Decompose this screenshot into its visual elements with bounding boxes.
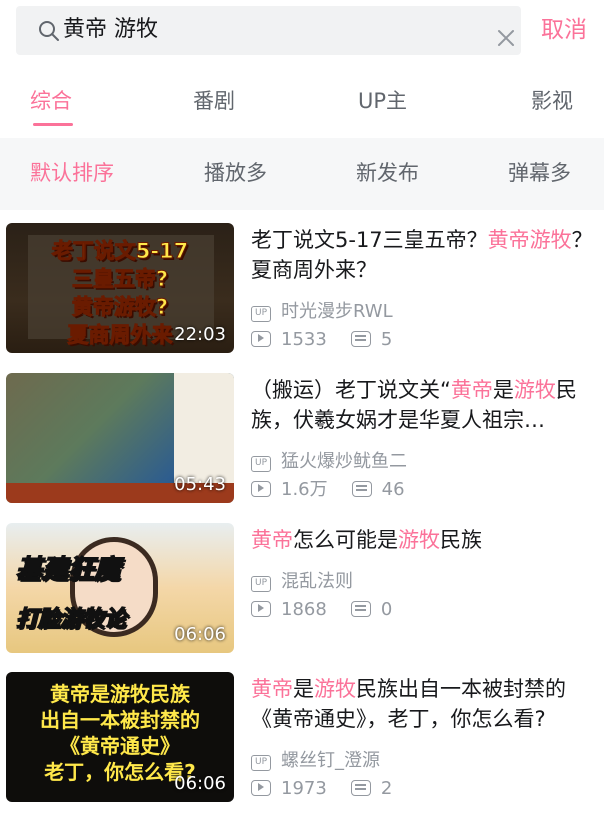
play-count-icon	[251, 780, 271, 796]
danmaku-icon	[350, 601, 371, 617]
sort-most-danmaku[interactable]: 弹幕多	[508, 158, 571, 188]
uploader-name: 混乱法则	[281, 571, 353, 592]
uploader-row[interactable]: UP 混乱法则	[251, 569, 353, 595]
stats-row: 1868 0	[251, 597, 392, 623]
video-thumbnail[interactable]: 老丁说文5-17 三皇五帝? 黄帝游牧? 夏商周外来 22:03	[6, 223, 234, 353]
thumbnail-caption: 三皇五帝?	[71, 267, 169, 292]
search-header: 黄帝 游牧 取消	[0, 0, 604, 64]
search-box[interactable]: 黄帝 游牧	[16, 6, 521, 55]
search-input[interactable]: 黄帝 游牧	[63, 15, 463, 45]
danmaku-count: 2	[380, 778, 393, 799]
thumbnail-caption: 老丁说文5-17	[51, 239, 189, 264]
play-count: 1868	[281, 599, 327, 620]
video-duration: 06:06	[174, 624, 226, 645]
close-icon[interactable]	[494, 26, 518, 50]
title-highlight: 黄帝	[251, 528, 293, 552]
danmaku-count: 0	[380, 599, 393, 620]
video-result[interactable]: 05:43 （搬运）老丁说文关“黄帝是游牧民族，伏羲女娲才是华夏人祖宗… UP 猛…	[0, 373, 604, 505]
video-title[interactable]: （搬运）老丁说文关“黄帝是游牧民族，伏羲女娲才是华夏人祖宗…	[251, 375, 599, 435]
title-text: 是	[293, 677, 314, 701]
up-badge-icon: UP	[251, 755, 271, 771]
title-highlight: 黄帝	[251, 677, 293, 701]
video-result[interactable]: 老丁说文5-17 三皇五帝? 黄帝游牧? 夏商周外来 22:03 老丁说文5-1…	[0, 223, 604, 355]
title-highlight: 游牧	[513, 378, 556, 402]
thumbnail-caption: 基建狂魔	[15, 554, 121, 586]
tab-all[interactable]: 综合	[30, 86, 72, 116]
video-result[interactable]: 黄帝是游牧民族 出自一本被封禁的 《黄帝通史》 老丁，你怎么看? 06:06 黄…	[0, 672, 604, 804]
video-thumbnail[interactable]: 05:43	[6, 373, 234, 503]
stats-row: 1973 2	[251, 776, 392, 802]
video-thumbnail[interactable]: 基建狂魔 打脸游牧论 06:06	[6, 523, 234, 653]
up-badge-icon: UP	[251, 576, 271, 592]
title-text: （搬运）老丁说文关“	[251, 378, 451, 402]
video-title[interactable]: 黄帝怎么可能是游牧民族	[251, 525, 599, 555]
play-count-icon	[251, 481, 271, 497]
title-text: 老丁说文5-17三皇五帝？	[251, 228, 488, 252]
danmaku-icon	[351, 481, 372, 497]
cancel-button[interactable]: 取消	[541, 14, 587, 46]
active-tab-indicator	[33, 123, 73, 126]
tab-movies[interactable]: 影视	[531, 86, 573, 116]
sort-default[interactable]: 默认排序	[30, 158, 114, 188]
uploader-row[interactable]: UP 时光漫步RWL	[251, 299, 393, 325]
video-title[interactable]: 老丁说文5-17三皇五帝？黄帝游牧？夏商周外来？	[251, 225, 599, 285]
tab-uploaders[interactable]: UP主	[358, 86, 407, 116]
video-duration: 22:03	[174, 324, 226, 345]
search-icon	[39, 21, 59, 41]
title-highlight: 游牧	[398, 528, 440, 552]
title-text: 民族	[440, 528, 482, 552]
play-count: 1.6万	[281, 479, 328, 500]
video-duration: 06:06	[174, 773, 226, 794]
thumbnail-caption: 《黄帝通史》	[60, 734, 180, 758]
title-highlight: 游牧	[314, 677, 356, 701]
play-count-icon	[251, 601, 271, 617]
thumbnail-caption: 打脸游牧论	[15, 606, 127, 633]
title-highlight: 黄帝	[450, 378, 493, 402]
title-highlight: 黄帝游牧	[487, 228, 572, 252]
up-badge-icon: UP	[251, 306, 271, 322]
video-result[interactable]: 基建狂魔 打脸游牧论 06:06 黄帝怎么可能是游牧民族 UP 混乱法则 1868…	[0, 523, 604, 655]
uploader-row[interactable]: UP 猛火爆炒鱿鱼二	[251, 449, 407, 475]
uploader-name: 时光漫步RWL	[281, 301, 393, 322]
tab-bangumi[interactable]: 番剧	[193, 86, 235, 116]
danmaku-count: 5	[380, 329, 393, 350]
up-badge-icon: UP	[251, 456, 271, 472]
video-title[interactable]: 黄帝是游牧民族出自一本被封禁的《黄帝通史》，老丁，你怎么看?	[251, 674, 599, 734]
thumbnail-caption: 黄帝是游牧民族	[50, 682, 190, 706]
danmaku-icon	[350, 331, 371, 347]
video-thumbnail[interactable]: 黄帝是游牧民族 出自一本被封禁的 《黄帝通史》 老丁，你怎么看? 06:06	[6, 672, 234, 802]
category-tabs: 综合 番剧 UP主 影视	[0, 76, 604, 138]
sort-newest[interactable]: 新发布	[356, 158, 419, 188]
title-text: 怎么可能是	[293, 528, 398, 552]
uploader-name: 螺丝钉_澄源	[281, 750, 380, 771]
uploader-row[interactable]: UP 螺丝钉_澄源	[251, 748, 380, 774]
sort-bar: 默认排序 播放多 新发布 弹幕多	[0, 138, 604, 210]
danmaku-icon	[350, 780, 371, 796]
thumbnail-caption: 出自一本被封禁的	[40, 708, 200, 732]
video-duration: 05:43	[174, 474, 226, 495]
title-text: 是	[492, 378, 514, 402]
sort-most-played[interactable]: 播放多	[204, 158, 267, 188]
uploader-name: 猛火爆炒鱿鱼二	[281, 451, 407, 472]
stats-row: 1.6万 46	[251, 477, 405, 503]
danmaku-count: 46	[381, 479, 405, 500]
play-count: 1533	[281, 329, 327, 350]
stats-row: 1533 5	[251, 327, 392, 353]
thumbnail-caption: 黄帝游牧?	[71, 295, 169, 320]
play-count: 1973	[281, 778, 327, 799]
play-count-icon	[251, 331, 271, 347]
